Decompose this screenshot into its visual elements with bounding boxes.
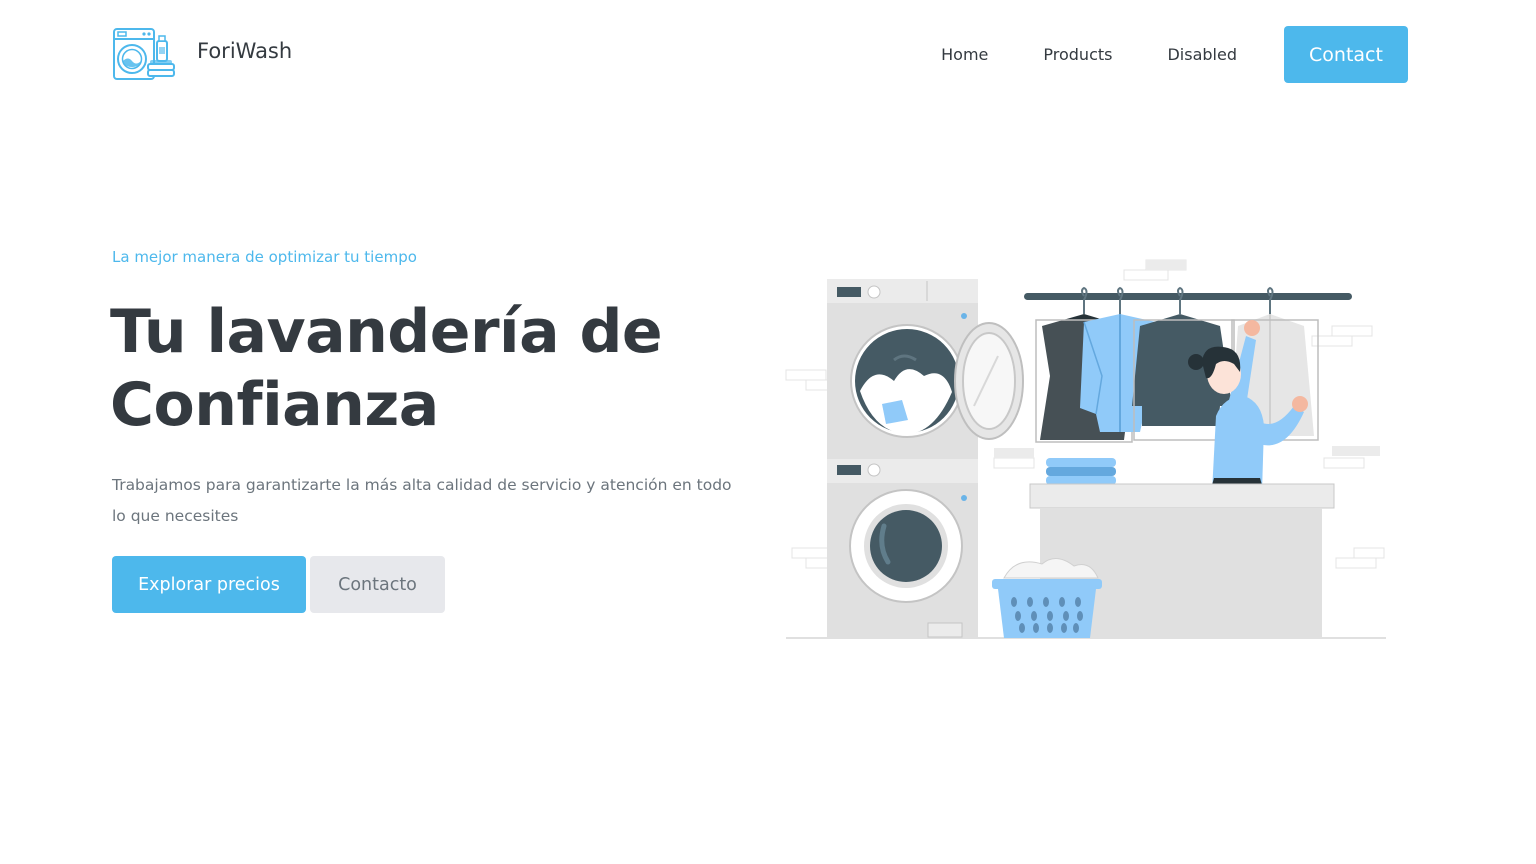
hero-eyebrow: La mejor manera de optimizar tu tiempo bbox=[112, 248, 417, 266]
nav-link-products[interactable]: Products bbox=[1043, 45, 1112, 64]
hero-title-line-1: Tu lavandería de bbox=[110, 297, 663, 367]
contact-secondary-button[interactable]: Contacto bbox=[310, 556, 445, 613]
laundry-illustration bbox=[785, 259, 1386, 639]
washing-machine-logo-icon bbox=[113, 28, 175, 80]
hero-title-line-2: Confianza bbox=[110, 370, 439, 440]
explore-prices-button[interactable]: Explorar precios bbox=[112, 556, 306, 613]
hero-actions: Explorar precios Contacto bbox=[112, 556, 445, 613]
contact-button[interactable]: Contact bbox=[1284, 26, 1408, 83]
hero-title: Tu lavandería de Confianza bbox=[110, 296, 750, 442]
nav-link-home[interactable]: Home bbox=[941, 45, 988, 64]
main-nav: Home Products Disabled Contact bbox=[941, 26, 1408, 83]
nav-link-disabled[interactable]: Disabled bbox=[1167, 45, 1237, 64]
hero-description: Trabajamos para garantizarte la más alta… bbox=[112, 476, 732, 525]
site-header: ForiWash Home Products Disabled Contact bbox=[0, 0, 1536, 108]
brand-link[interactable]: ForiWash bbox=[112, 26, 292, 82]
brand-name: ForiWash bbox=[197, 39, 293, 63]
